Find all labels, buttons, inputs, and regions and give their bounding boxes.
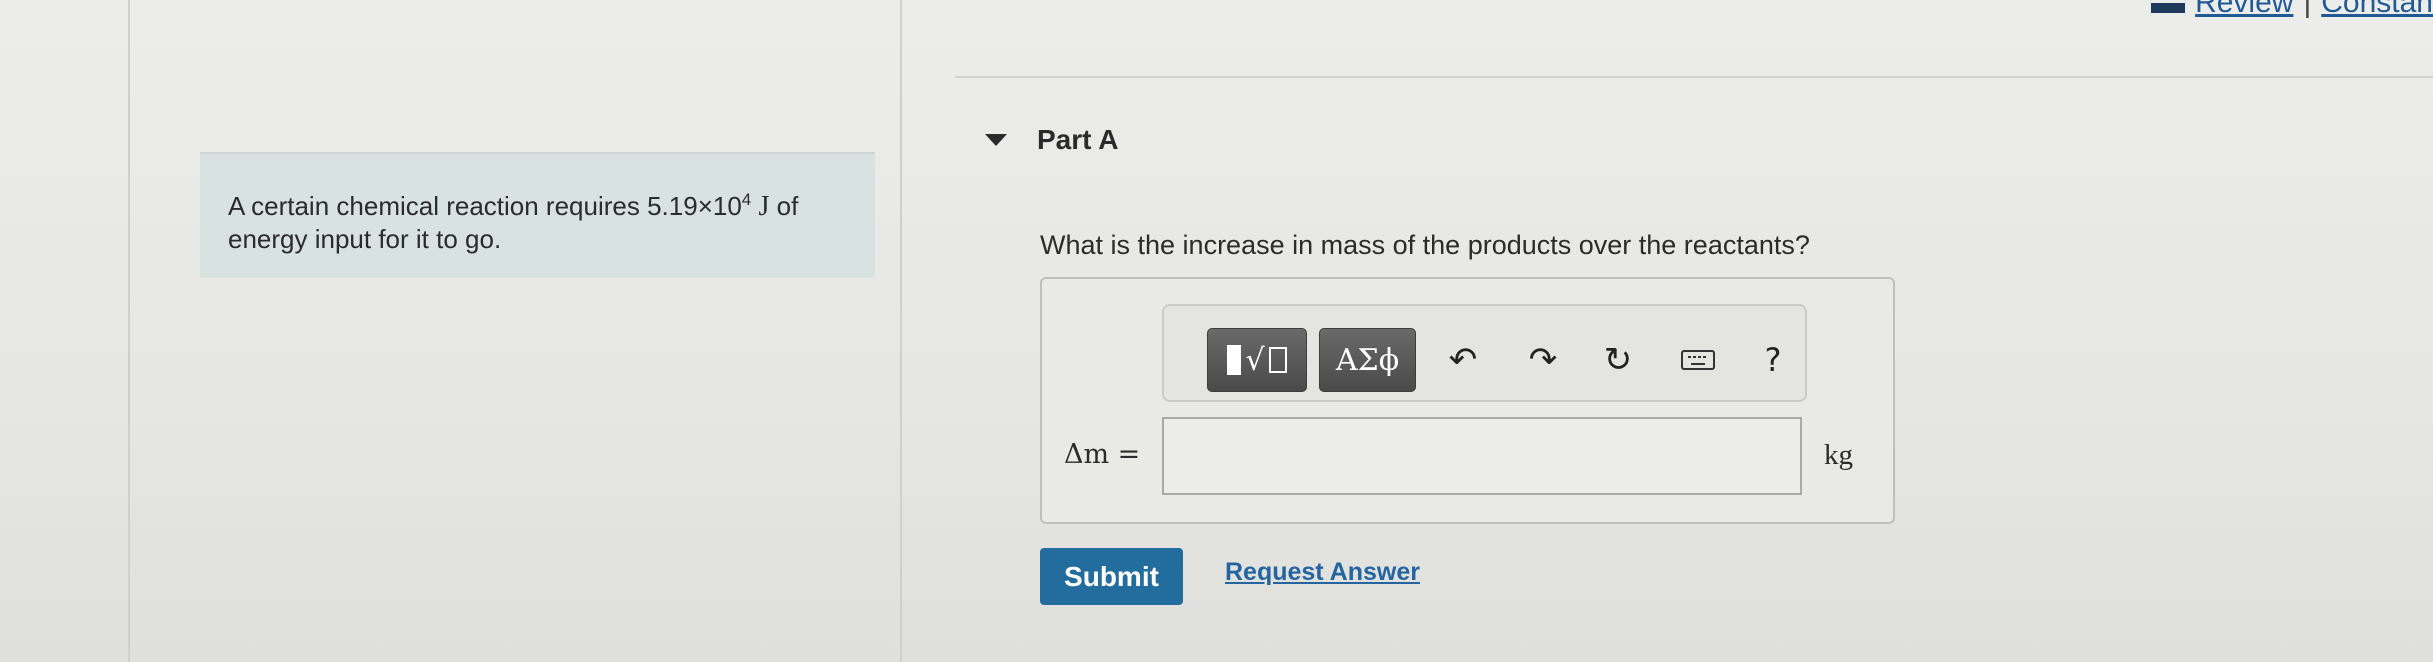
help-icon[interactable]: ?	[1749, 336, 1797, 384]
link-separator: |	[2303, 0, 2312, 19]
review-icon	[2151, 3, 2186, 13]
redo-icon[interactable]: ↷	[1519, 336, 1567, 384]
cursor-block-icon	[1227, 345, 1242, 375]
keyboard-icon	[1681, 350, 1715, 370]
left-divider	[128, 0, 130, 662]
header-divider	[955, 76, 2433, 78]
submit-button[interactable]: Submit	[1040, 548, 1183, 605]
problem-intro: A certain chemical reaction requires 5.1…	[200, 152, 875, 278]
math-toolbar: √ ΑΣϕ ↶ ↷ ↻ ?	[1162, 304, 1807, 402]
placeholder-box-icon	[1268, 347, 1287, 373]
intro-text-prefix: A certain chemical reaction requires 5.1…	[228, 191, 742, 221]
part-a-header[interactable]: Part A	[985, 124, 1118, 156]
part-title: Part A	[1037, 124, 1119, 155]
delta-m-label: Δm =	[1064, 439, 1141, 470]
request-answer-link[interactable]: Request Answer	[1225, 558, 1420, 587]
intro-unit: J	[758, 191, 770, 222]
review-link[interactable]: Review	[2195, 0, 2293, 20]
intro-exponent: 4	[741, 190, 752, 209]
keyboard-shortcuts-button[interactable]	[1674, 336, 1722, 384]
center-divider	[900, 0, 902, 662]
unit-label: kg	[1824, 439, 1853, 471]
top-links: Review | Constan	[2151, 0, 2433, 20]
answer-input[interactable]	[1162, 417, 1802, 495]
constants-link[interactable]: Constan	[2321, 0, 2433, 20]
undo-icon[interactable]: ↶	[1439, 336, 1487, 384]
symbols-button[interactable]: ΑΣϕ	[1319, 328, 1416, 392]
radical-icon: √	[1245, 342, 1265, 378]
answer-box: √ ΑΣϕ ↶ ↷ ↻ ? Δm = kg	[1040, 277, 1895, 524]
templates-button[interactable]: √	[1207, 328, 1307, 392]
question-text: What is the increase in mass of the prod…	[1040, 230, 1810, 260]
reset-icon[interactable]: ↻	[1594, 336, 1642, 384]
collapse-triangle-icon[interactable]	[985, 134, 1007, 146]
